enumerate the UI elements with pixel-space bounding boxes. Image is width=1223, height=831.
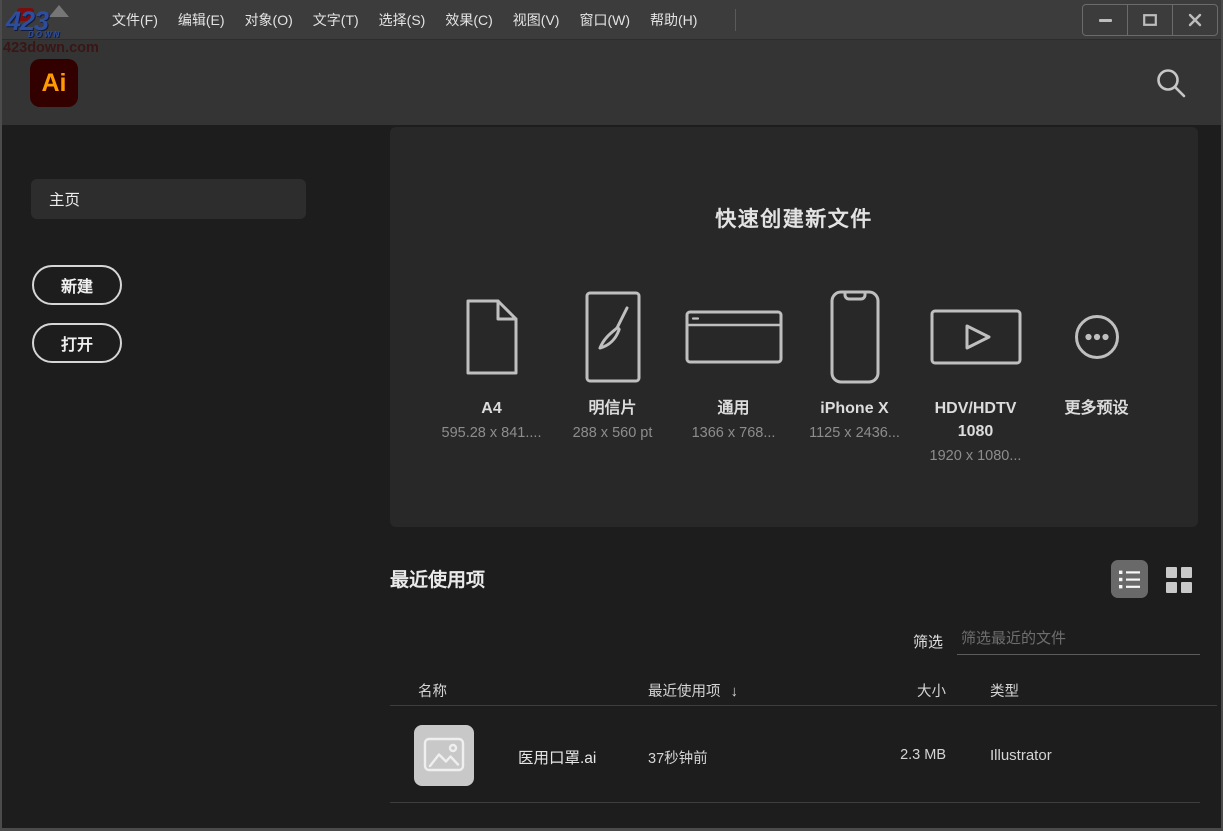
preset-hdtv-1080[interactable]: HDV/HDTV 1080 1920 x 1080... [915, 289, 1036, 464]
image-placeholder-icon [423, 737, 465, 775]
preset-more[interactable]: 更多预设 [1036, 289, 1157, 464]
file-name: 医用口罩.ai [518, 746, 596, 768]
column-header-name[interactable]: 名称 [418, 680, 447, 701]
recent-files-title: 最近使用项 [390, 565, 485, 592]
main-content: 主页 新建 打开 快速创建新文件 A4 595.28 x 841.... 明信 [0, 125, 1223, 831]
preset-name: 明信片 [588, 397, 636, 420]
grid-view-icon [1165, 566, 1193, 594]
preset-a4[interactable]: A4 595.28 x 841.... [431, 289, 552, 464]
preset-iphone-x[interactable]: iPhone X 1125 x 2436... [794, 289, 915, 464]
column-header-recent[interactable]: 最近使用项 ↓ [648, 680, 738, 701]
recent-file-row[interactable]: 医用口罩.ai 37秒钟前 2.3 MB Illustrator [0, 706, 1223, 802]
minimize-button[interactable] [1083, 5, 1127, 35]
recent-table-header: 名称 最近使用项 ↓ 大小 类型 [0, 680, 1223, 702]
preset-row: A4 595.28 x 841.... 明信片 288 x 560 pt 通用 … [390, 289, 1198, 464]
document-icon [465, 289, 519, 385]
menu-type[interactable]: 文字(T) [313, 10, 359, 30]
preset-dims: 288 x 560 pt [573, 425, 653, 441]
illustrator-home-window: 文件(F) 编辑(E) 对象(O) 文字(T) 选择(S) 效果(C) 视图(V… [0, 0, 1223, 831]
menubar: 文件(F) 编辑(E) 对象(O) 文字(T) 选择(S) 效果(C) 视图(V… [112, 0, 697, 40]
close-icon [1188, 13, 1202, 27]
list-view-button[interactable] [1111, 560, 1148, 598]
menu-file[interactable]: 文件(F) [112, 10, 158, 30]
file-size: 2.3 MB [850, 747, 946, 763]
menu-object[interactable]: 对象(O) [245, 10, 293, 30]
new-button[interactable]: 新建 [32, 265, 122, 305]
list-view-icon [1119, 569, 1140, 590]
preset-name: 更多预设 [1064, 397, 1128, 420]
video-play-icon [930, 289, 1022, 385]
quick-create-panel: 快速创建新文件 A4 595.28 x 841.... 明信片 288 x 56… [390, 127, 1198, 527]
column-header-type[interactable]: 类型 [990, 680, 1019, 701]
maximize-button[interactable] [1127, 5, 1172, 35]
maximize-icon [1143, 14, 1157, 26]
table-row-divider [390, 802, 1200, 803]
menu-select[interactable]: 选择(S) [379, 10, 426, 30]
appbar: Ai [0, 40, 1223, 125]
filter-input[interactable] [957, 623, 1200, 655]
preset-web[interactable]: 通用 1366 x 768... [673, 289, 794, 464]
open-button[interactable]: 打开 [32, 323, 122, 363]
menu-edit[interactable]: 编辑(E) [178, 10, 225, 30]
file-type: Illustrator [990, 747, 1052, 764]
preset-name: A4 [481, 397, 501, 420]
preset-name: HDV/HDTV 1080 [920, 397, 1032, 443]
more-ellipsis-icon [1074, 289, 1120, 385]
window-controls [1082, 4, 1218, 36]
file-last-used: 37秒钟前 [648, 747, 708, 768]
sidebar-item-home[interactable]: 主页 [31, 179, 306, 219]
preset-dims: 595.28 x 841.... [442, 425, 542, 441]
preset-dims: 1920 x 1080... [930, 448, 1022, 464]
browser-window-icon [685, 289, 783, 385]
menu-effect[interactable]: 效果(C) [445, 10, 492, 30]
titlebar: 文件(F) 编辑(E) 对象(O) 文字(T) 选择(S) 效果(C) 视图(V… [0, 0, 1223, 40]
column-header-size[interactable]: 大小 [850, 680, 946, 701]
illustrator-logo: Ai [30, 59, 78, 107]
search-icon[interactable] [1155, 67, 1187, 99]
preset-name: iPhone X [820, 397, 888, 420]
file-thumbnail [414, 725, 474, 786]
postcard-brush-icon [585, 289, 641, 385]
preset-postcard[interactable]: 明信片 288 x 560 pt [552, 289, 673, 464]
menubar-separator [735, 9, 736, 31]
sort-descending-icon: ↓ [731, 683, 739, 700]
preset-dims: 1366 x 768... [692, 425, 776, 441]
menu-view[interactable]: 视图(V) [513, 10, 560, 30]
column-header-recent-label: 最近使用项 [648, 684, 721, 700]
phone-icon [830, 289, 880, 385]
menu-help[interactable]: 帮助(H) [650, 10, 697, 30]
quick-create-title: 快速创建新文件 [390, 127, 1198, 233]
filter-label: 筛选 [913, 631, 943, 652]
preset-name: 通用 [717, 397, 749, 420]
preset-dims: 1125 x 2436... [809, 425, 900, 441]
grid-view-button[interactable] [1161, 565, 1197, 595]
minimize-icon [1099, 19, 1112, 22]
close-button[interactable] [1172, 5, 1217, 35]
menu-window[interactable]: 窗口(W) [579, 10, 630, 30]
